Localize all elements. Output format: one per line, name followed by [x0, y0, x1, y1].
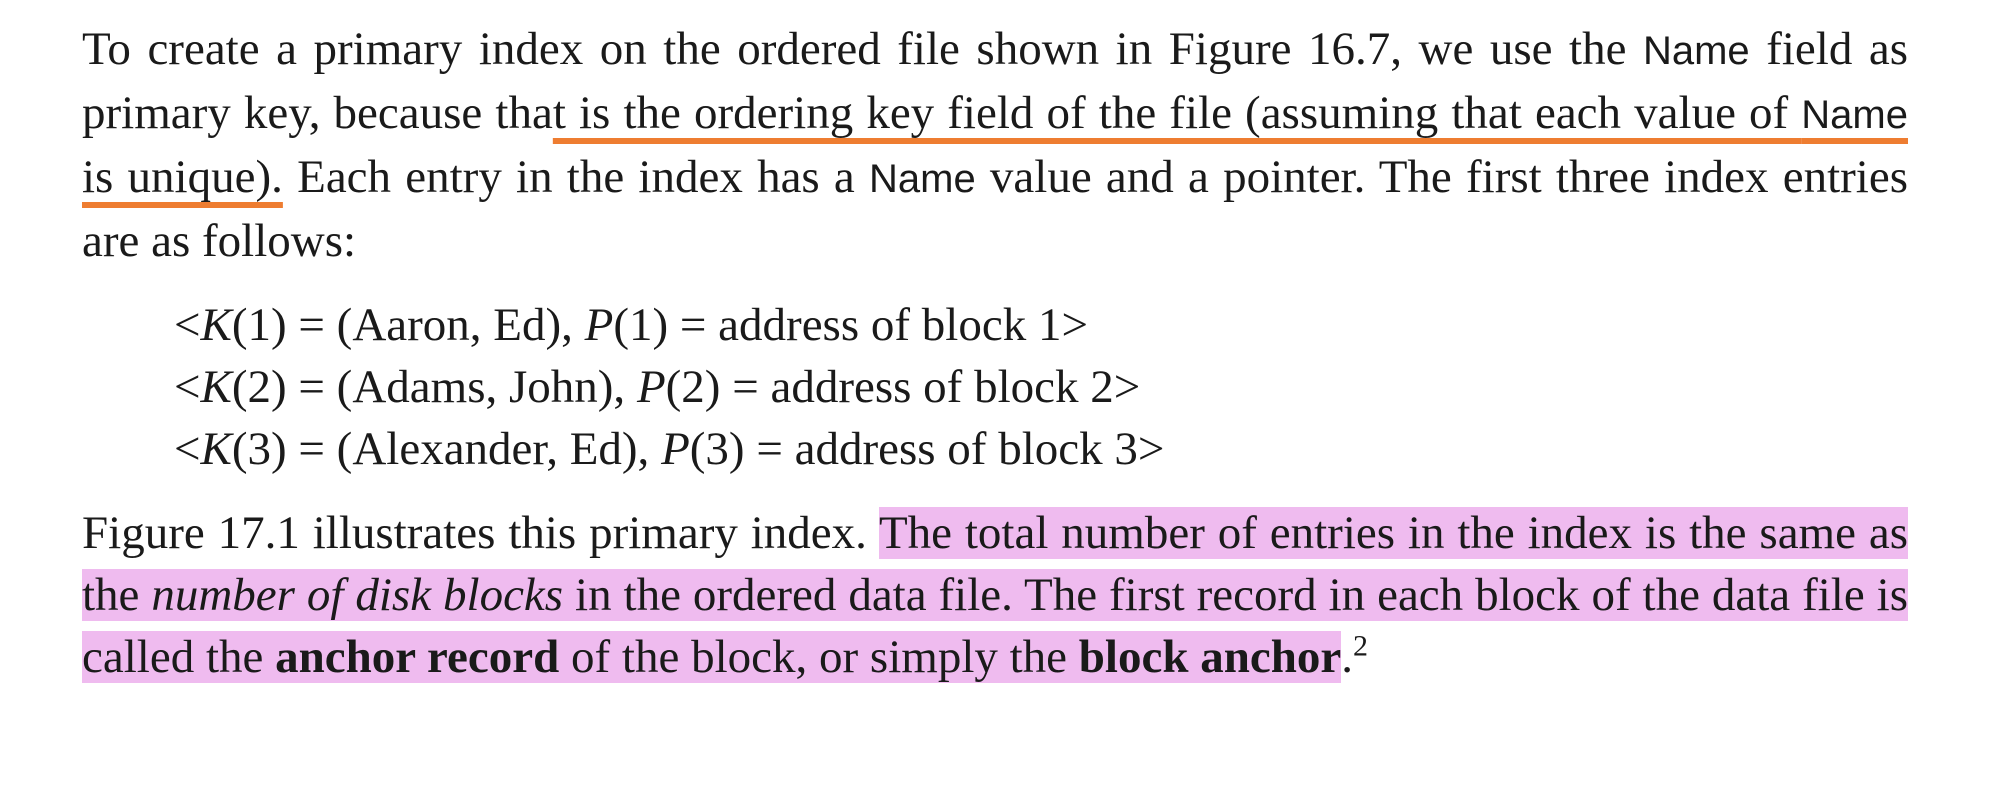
document-page: To create a primary index on the ordered… — [82, 18, 1908, 688]
pointer-value: (1) = address of block 1> — [613, 299, 1088, 351]
index-entry: <K(2) = (Adams, John), P(2) = address of… — [174, 356, 1908, 418]
key-symbol: K — [200, 423, 232, 475]
footnote-marker[interactable]: 2 — [1353, 629, 1368, 662]
paragraph-primary-index-intro: To create a primary index on the ordered… — [82, 18, 1908, 272]
index-entry: <K(1) = (Aaron, Ed), P(1) = address of b… — [174, 294, 1908, 356]
bold-term-block-anchor: block anchor — [1078, 631, 1342, 683]
key-value: (3) = (Alexander, Ed), — [231, 423, 662, 475]
bracket: < — [174, 423, 201, 475]
bracket: < — [174, 299, 201, 351]
bracket: < — [174, 361, 201, 413]
underlined-text: is unique). — [82, 151, 283, 203]
key-symbol: K — [200, 299, 232, 351]
pointer-value: (3) = address of block 3> — [689, 423, 1165, 475]
paragraph-block-anchor: Figure 17.1 illustrates this primary ind… — [82, 502, 1908, 688]
field-name-term: Name — [1801, 93, 1908, 137]
key-symbol: K — [200, 361, 232, 413]
pointer-symbol: P — [584, 299, 614, 351]
underlined-text: t is the ordering key field of the file … — [552, 87, 1802, 139]
emphasized-term: number of disk blocks — [151, 569, 564, 621]
text-segment: Each entry in the index has a — [282, 151, 870, 203]
field-name-term: Name — [1642, 29, 1750, 73]
index-entries-list: <K(1) = (Aaron, Ed), P(1) = address of b… — [174, 294, 1908, 480]
key-value: (2) = (Adams, John), — [231, 361, 637, 413]
pointer-symbol: P — [661, 423, 690, 475]
text-segment: To create a primary index on the ordered… — [82, 23, 1643, 75]
field-name-term: Name — [869, 157, 976, 201]
key-value: (1) = (Aaron, Ed), — [231, 299, 585, 351]
bold-term-anchor-record: anchor record — [275, 631, 560, 683]
pointer-value: (2) = address of block 2> — [665, 361, 1141, 413]
pointer-symbol: P — [636, 361, 666, 413]
index-entry: <K(3) = (Alexander, Ed), P(3) = address … — [174, 418, 1908, 480]
text-segment: Figure 17.1 illustrates this primary ind… — [82, 507, 879, 559]
highlighted-text: of the block, or simply the — [559, 631, 1079, 683]
text-segment: . — [1341, 631, 1353, 683]
